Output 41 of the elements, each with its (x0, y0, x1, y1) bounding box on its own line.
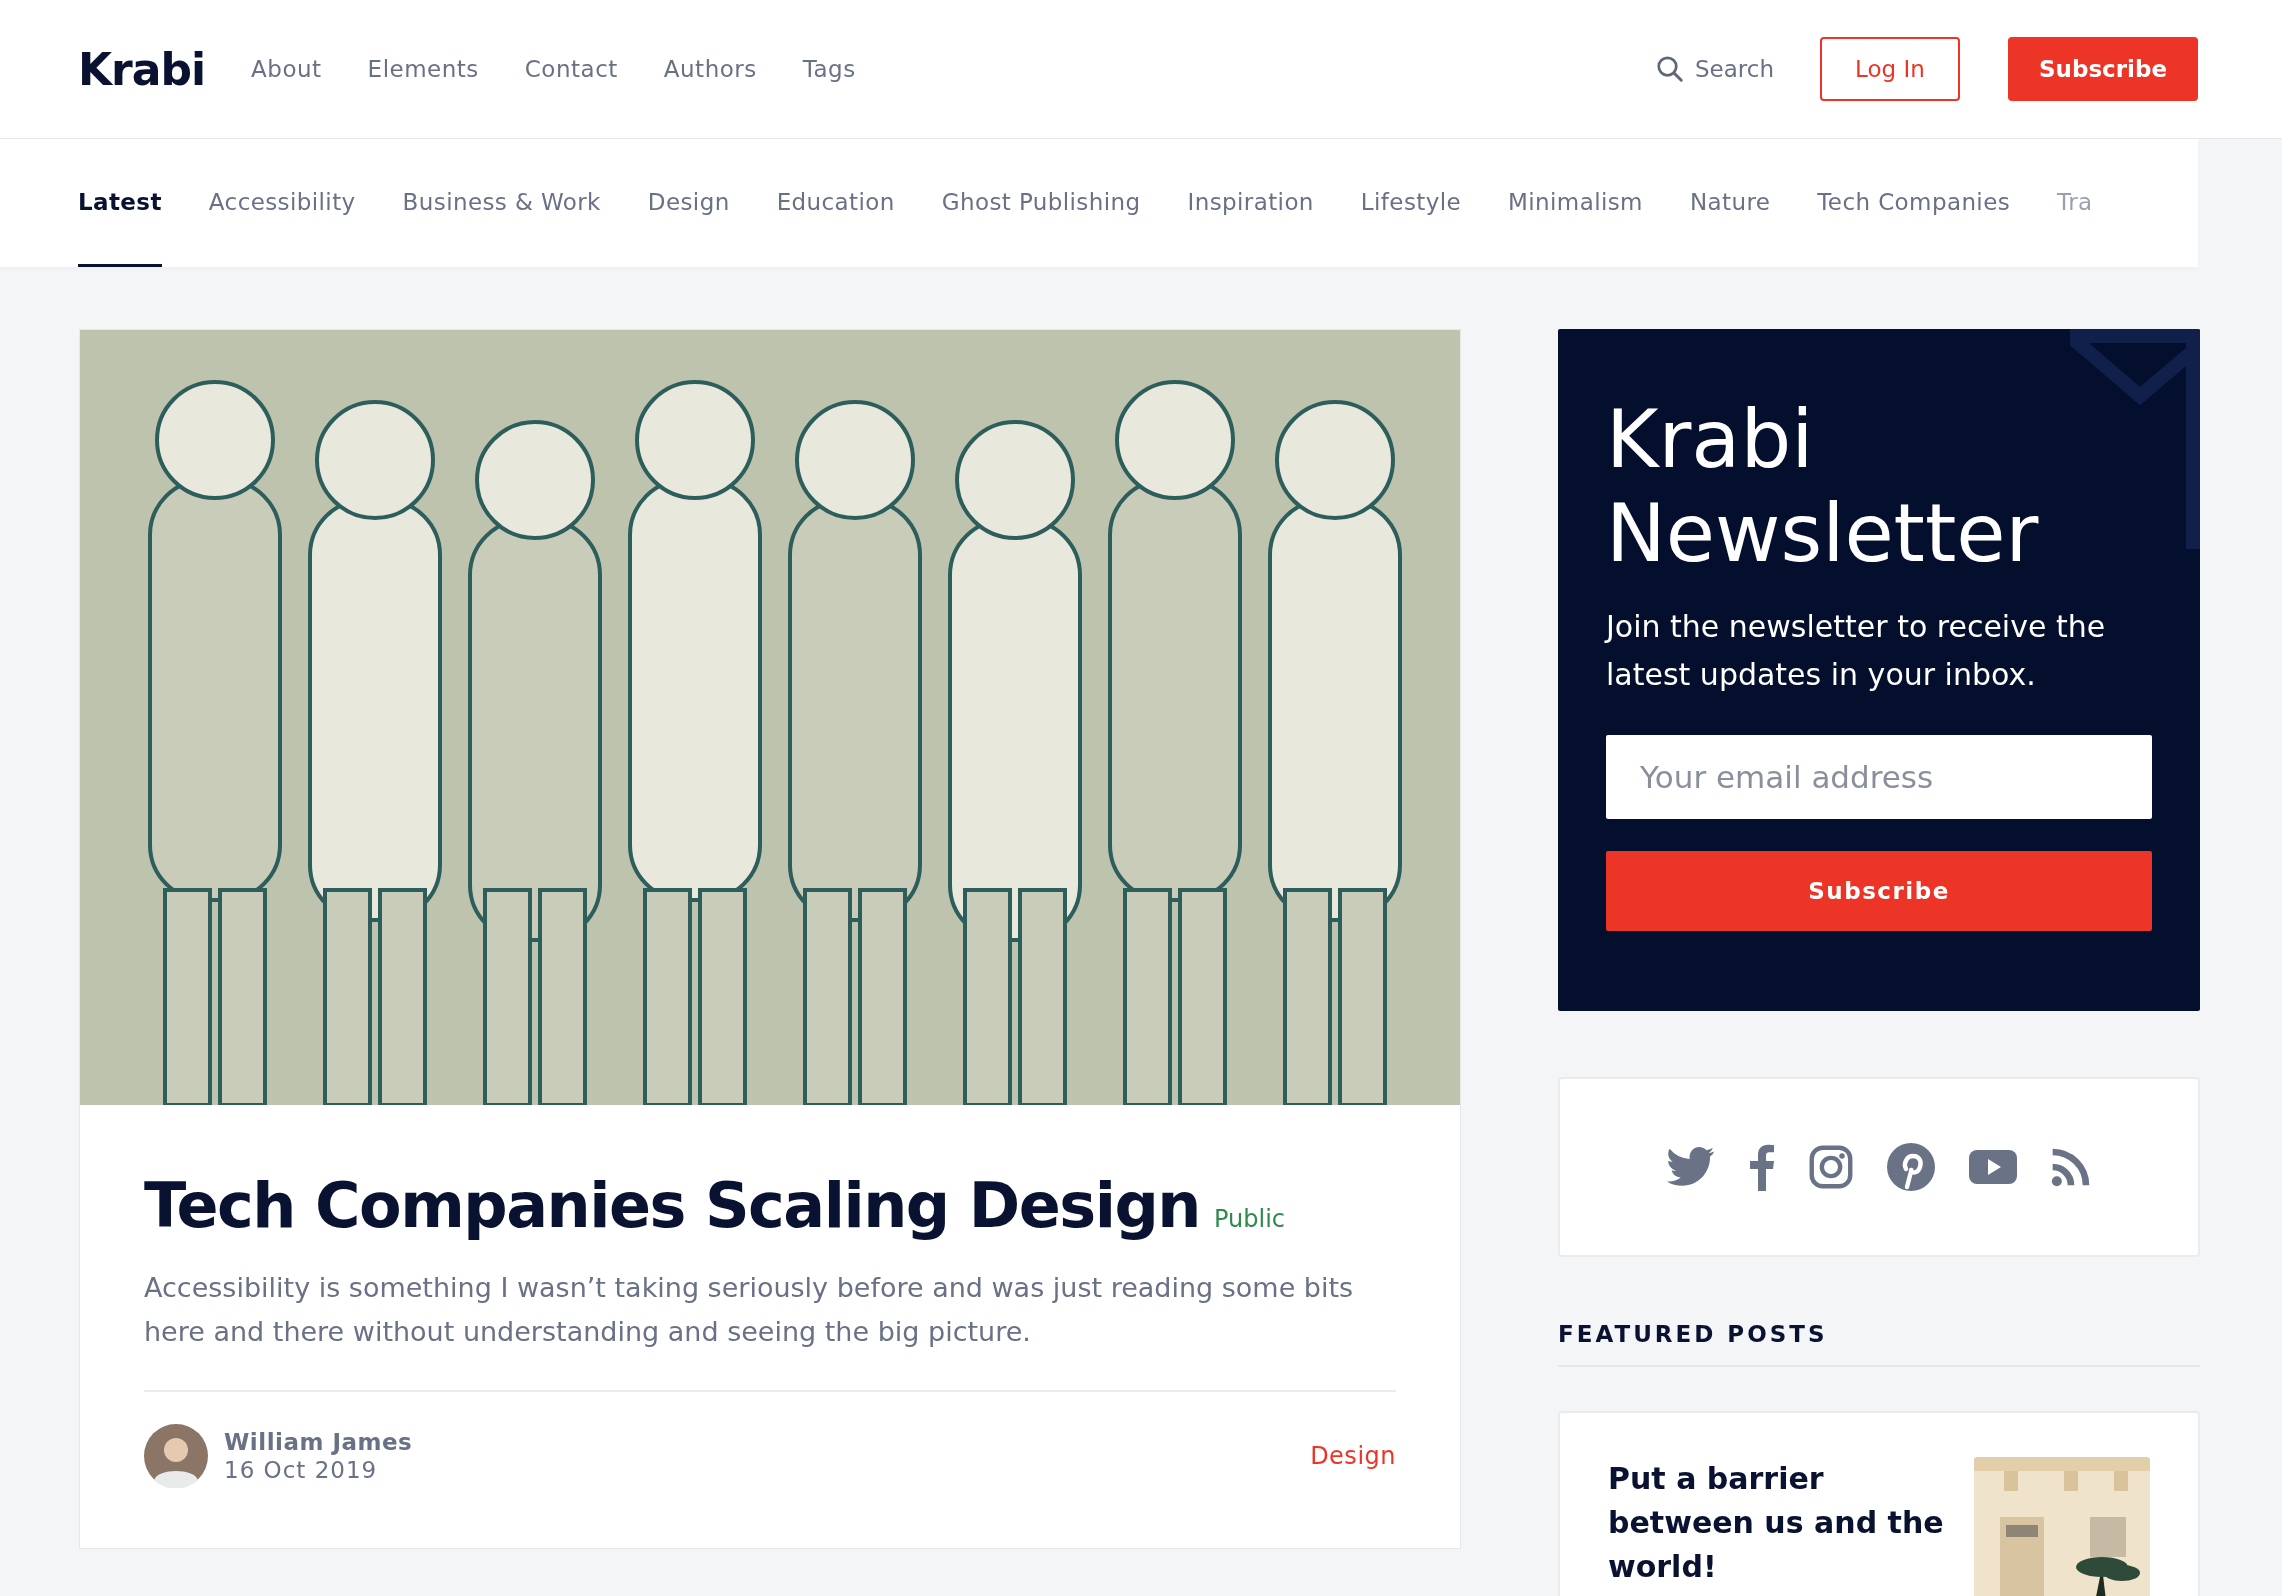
tag-tab[interactable]: Lifestyle (1360, 139, 1462, 267)
tag-tab[interactable]: Inspiration (1187, 139, 1314, 267)
nav-link[interactable]: Elements (367, 56, 479, 82)
site-logo[interactable]: Krabi (78, 43, 206, 95)
tag-tab[interactable]: Education (776, 139, 895, 267)
play-button-icon[interactable] (1969, 1149, 2017, 1185)
author-name[interactable]: William James (224, 1429, 413, 1455)
facebook-icon[interactable] (1749, 1143, 1775, 1191)
tag-tab[interactable]: Design (647, 139, 730, 267)
tag-tab[interactable]: Minimalism (1508, 139, 1643, 267)
subscribe-button[interactable]: Subscribe (2008, 37, 2198, 101)
login-button[interactable]: Log In (1820, 37, 1960, 101)
nav-link[interactable]: Authors (663, 56, 757, 82)
tag-tab[interactable]: Accessibility (208, 139, 356, 267)
tag-tab[interactable]: Tech Companies (1817, 139, 2011, 267)
post-title[interactable]: Tech Companies Scaling Design (144, 1169, 1200, 1242)
newsletter-title: Krabi Newsletter (1606, 393, 2040, 581)
search-icon (1654, 54, 1685, 84)
avatar-icon (144, 1424, 208, 1488)
rss-icon[interactable] (2051, 1147, 2091, 1187)
tag-tab[interactable]: Tra (2057, 139, 2093, 267)
instagram-icon[interactable] (1809, 1145, 1853, 1189)
post-excerpt: Accessibility is something I wasn’t taking seriously before and was just reading some bits here and there without understanding and seeing the big picture. (144, 1271, 1355, 1349)
nav-link[interactable]: Tags (802, 56, 856, 82)
visibility-label: Public (1214, 1205, 1285, 1233)
tag-tab[interactable]: Ghost Publishing (941, 139, 1141, 267)
newsletter-text: Join the newsletter to receive the latest updates in your inbox. (1606, 608, 2107, 694)
pinterest-icon[interactable] (1887, 1143, 1935, 1191)
post-date: 16 Oct 2019 (224, 1457, 379, 1483)
nav-link[interactable]: Contact (524, 56, 618, 82)
subscribe-button[interactable]: Subscribe (1606, 851, 2152, 931)
email-field[interactable]: Your email address (1606, 735, 2152, 819)
nav-link[interactable]: About (251, 56, 322, 82)
featured-post-title[interactable]: Put a barrier between us and the world! (1608, 1457, 1954, 1596)
tag-tab[interactable]: Business & Work (402, 139, 601, 267)
featured-posts-heading: FEATURED POSTS (1558, 1321, 2200, 1367)
search-button[interactable]: Search (1654, 54, 1774, 84)
tag-tab[interactable]: Latest (78, 139, 162, 267)
tag-tab[interactable]: Nature (1689, 139, 1771, 267)
post-tag-link[interactable]: Design (1310, 1442, 1396, 1470)
twitter-icon[interactable] (1667, 1146, 1715, 1188)
